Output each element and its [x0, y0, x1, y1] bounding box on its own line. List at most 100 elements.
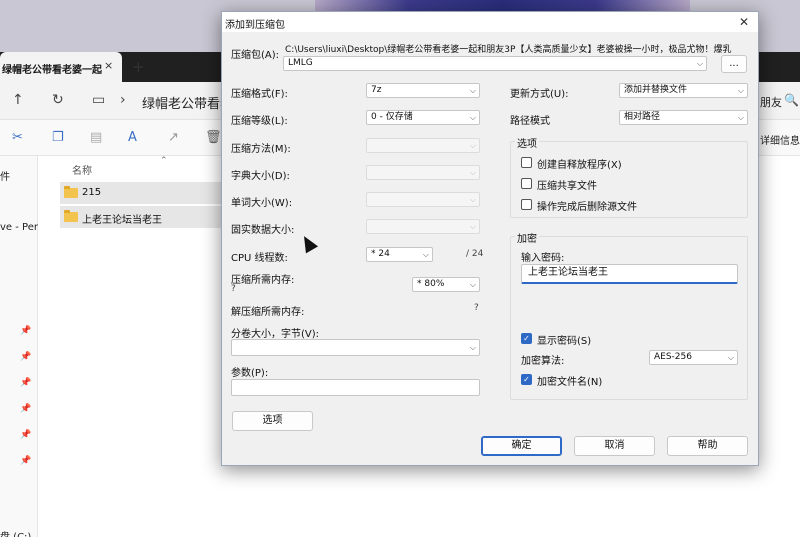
copy-icon[interactable]: ❐: [52, 130, 64, 145]
dialog-titlebar: 添加到压缩包 ✕: [222, 12, 758, 32]
word-size-select[interactable]: ⌵: [366, 192, 480, 207]
chevron-down-icon: ⌵: [422, 250, 429, 259]
format-label: 压缩格式(F):: [231, 89, 288, 100]
share-icon[interactable]: ↗: [168, 130, 179, 145]
mem-compress-value: ?: [231, 284, 236, 294]
close-icon[interactable]: ✕: [732, 13, 756, 31]
explorer-tab-title: 绿帽老公带看老婆一起和朋友3P: [2, 65, 102, 76]
shared-files-checkbox[interactable]: [521, 178, 532, 189]
pin-icon: 📌: [20, 326, 32, 336]
archive-name-value: LMLG: [288, 58, 313, 68]
update-mode-value: 添加并替换文件: [624, 85, 688, 95]
method-select[interactable]: ⌵: [366, 138, 480, 153]
delete-icon[interactable]: 🗑: [205, 130, 222, 145]
params-label: 参数(P):: [231, 368, 269, 379]
pin-icon: 📌: [20, 404, 32, 414]
details-button[interactable]: 详细信息: [760, 132, 800, 147]
browse-button[interactable]: ...: [721, 55, 747, 73]
encryption-method-select[interactable]: AES-256 ⌵: [649, 350, 738, 365]
archive-label: 压缩包(A):: [231, 50, 280, 61]
ok-button[interactable]: 确定: [481, 436, 562, 456]
tab-close-icon[interactable]: ×: [104, 59, 113, 72]
breadcrumb-tail[interactable]: 朋友: [760, 94, 782, 110]
folder-icon: [64, 186, 78, 198]
file-row[interactable]: 上老王论坛当老王: [60, 206, 225, 228]
update-mode-select[interactable]: 添加并替换文件 ⌵: [619, 83, 748, 98]
chevron-right-icon[interactable]: ›: [120, 92, 126, 108]
chevron-down-icon: ⌵: [737, 86, 744, 95]
params-input[interactable]: [231, 379, 480, 396]
breadcrumb[interactable]: 绿帽老公带看老: [142, 93, 222, 112]
chevron-down-icon: ⌵: [469, 168, 476, 177]
file-row[interactable]: 215: [60, 182, 225, 204]
pin-icon: 📌: [20, 430, 32, 440]
mem-decompress-label: 解压缩所需内存:: [231, 307, 305, 318]
chevron-down-icon: ⌵: [469, 280, 476, 289]
chevron-down-icon: ⌵: [727, 353, 734, 362]
format-select[interactable]: 7z ⌵: [366, 83, 480, 98]
chevron-down-icon: ⌵: [469, 195, 476, 204]
folder-icon: [64, 210, 78, 222]
chevron-down-icon: ⌵: [469, 222, 476, 231]
shared-files-label[interactable]: 压缩共享文件: [537, 177, 597, 192]
level-label: 压缩等级(L):: [231, 116, 288, 127]
cpu-threads-select[interactable]: * 24 ⌵: [366, 247, 433, 262]
format-value: 7z: [371, 85, 382, 95]
solid-size-select[interactable]: ⌵: [366, 219, 480, 234]
show-password-checkbox[interactable]: ✓: [521, 333, 532, 344]
chevron-down-icon: ⌵: [737, 113, 744, 122]
options-group-title: 选项: [515, 135, 539, 150]
dialog-title: 添加到压缩包: [225, 20, 285, 31]
encryption-method-value: AES-256: [654, 352, 692, 362]
dict-size-label: 字典大小(D):: [231, 171, 290, 182]
encryption-group-title: 加密: [515, 230, 539, 245]
sort-chevron-icon: ⌃: [160, 156, 168, 166]
dict-size-select[interactable]: ⌵: [366, 165, 480, 180]
archive-path-text: C:\Users\liuxi\Desktop\绿帽老公带看老婆一起和朋友3P【人…: [285, 45, 732, 55]
options-button[interactable]: 选项: [232, 411, 313, 431]
chevron-down-icon[interactable]: ⌵: [697, 57, 703, 70]
pin-icon: 📌: [20, 378, 32, 388]
delete-after-checkbox[interactable]: [521, 199, 532, 210]
delete-after-label[interactable]: 操作完成后删除源文件: [537, 198, 637, 213]
solid-size-label: 固实数据大小:: [231, 225, 295, 236]
cancel-button[interactable]: 取消: [574, 436, 655, 456]
volume-size-combo[interactable]: ⌵: [231, 339, 480, 356]
mem-percent-value: * 80%: [417, 279, 445, 289]
search-icon[interactable]: 🔍: [784, 93, 799, 107]
sidebar-item[interactable]: 件: [0, 168, 10, 183]
password-input[interactable]: 上老王论坛当老王: [521, 264, 738, 284]
level-value: 0 - 仅存储: [371, 112, 413, 122]
cut-icon[interactable]: ✂: [12, 130, 23, 145]
update-mode-label: 更新方式(U):: [510, 89, 569, 100]
explorer-tab[interactable]: 绿帽老公带看老婆一起和朋友3P ×: [0, 52, 122, 82]
monitor-icon[interactable]: ▭: [92, 92, 105, 108]
cpu-threads-value: * 24: [371, 249, 390, 259]
help-button[interactable]: 帮助: [667, 436, 748, 456]
pin-icon: 📌: [20, 352, 32, 362]
path-mode-select[interactable]: 相对路径 ⌵: [619, 110, 748, 125]
archive-name-combo[interactable]: LMLG ⌵: [283, 56, 707, 71]
chevron-down-icon: ⌵: [469, 113, 476, 122]
level-select[interactable]: 0 - 仅存储 ⌵: [366, 110, 480, 125]
encrypt-names-label[interactable]: 加密文件名(N): [537, 373, 602, 388]
up-arrow-icon[interactable]: ↑: [12, 92, 24, 108]
chevron-down-icon: ⌵: [469, 343, 476, 352]
paste-icon[interactable]: ▤: [90, 130, 102, 145]
show-password-label[interactable]: 显示密码(S): [537, 332, 591, 347]
mem-percent-select[interactable]: * 80% ⌵: [412, 277, 480, 292]
sidebar-item[interactable]: 盘 (C:): [0, 528, 31, 537]
path-mode-value: 相对路径: [624, 112, 661, 122]
sfx-checkbox[interactable]: [521, 157, 532, 168]
sfx-label[interactable]: 创建自释放程序(X): [537, 156, 622, 171]
encryption-method-label: 加密算法:: [521, 356, 565, 367]
encrypt-names-checkbox[interactable]: ✓: [521, 374, 532, 385]
file-name: 215: [82, 187, 102, 198]
column-header-name[interactable]: 名称: [72, 162, 92, 177]
refresh-icon[interactable]: ↻: [52, 92, 64, 108]
word-size-label: 单词大小(W):: [231, 198, 293, 209]
new-tab-icon[interactable]: +: [132, 58, 145, 76]
rename-icon[interactable]: A: [128, 130, 137, 145]
sidebar-item[interactable]: ve - Per: [0, 222, 38, 233]
cpu-total-text: / 24: [466, 249, 484, 259]
